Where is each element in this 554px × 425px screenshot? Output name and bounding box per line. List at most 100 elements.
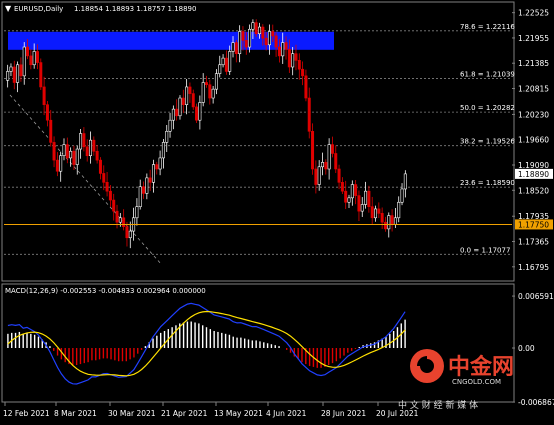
candle-body: [208, 84, 212, 99]
watermark-domain: CNGOLD.COM: [452, 378, 501, 386]
candle-body: [65, 144, 69, 159]
macd-label: MACD(12,26,9) -0.002553 -0.004833 0.0029…: [5, 287, 206, 295]
candle-body: [181, 97, 185, 105]
time-tick-label: 13 May 2021: [214, 409, 263, 418]
candle-body: [155, 164, 159, 170]
candle-body: [12, 66, 16, 83]
candle-body: [344, 190, 348, 203]
candle-body: [241, 31, 245, 41]
current-price-label: 1.18890: [518, 170, 549, 179]
candle-body: [128, 230, 132, 239]
candle-body: [234, 42, 238, 54]
price-tick-label: 1.19090: [518, 161, 549, 170]
candle-body: [145, 177, 149, 194]
candle-body: [32, 51, 36, 66]
candle-body: [218, 64, 222, 74]
candle-body: [248, 28, 252, 48]
chart-container: 78.6 = 1.22116 61.8 = 1.21039 50.0 = 1.202…: [0, 0, 554, 421]
time-tick-label: 4 Jun 2021: [266, 409, 307, 418]
candle-body: [112, 199, 116, 212]
candle-body: [354, 184, 358, 196]
chart-svg: 78.6 = 1.22116 61.8 = 1.21039 50.0 = 1.202…: [0, 0, 554, 421]
candle-body: [195, 106, 199, 121]
candle-body: [151, 164, 155, 183]
price-tick-label: 1.20815: [518, 84, 549, 93]
price-tick-label: 1.21385: [518, 59, 549, 68]
candle-body: [317, 166, 321, 185]
support-price-label: 1.17750: [518, 220, 549, 229]
candle-body: [403, 173, 407, 190]
candle-body: [39, 62, 43, 88]
candle-body: [42, 86, 46, 105]
price-tick-label: 1.19660: [518, 136, 549, 145]
candle-body: [115, 210, 119, 223]
candle-body: [98, 159, 102, 174]
candle-body: [35, 51, 39, 63]
candle-body: [201, 82, 205, 103]
price-tick-label: 1.22525: [518, 9, 549, 18]
candle-body: [95, 150, 99, 161]
candle-body: [307, 97, 311, 132]
chart-header-ohlc: 1.18854 1.18893 1.18757 1.18890: [74, 5, 196, 13]
candle-body: [16, 64, 20, 83]
candle-body: [29, 55, 33, 66]
candle-body: [400, 188, 404, 203]
candle-body: [69, 150, 73, 159]
fib-label: 23.6 = 1.18590: [460, 179, 515, 187]
candle-body: [55, 159, 59, 172]
candle-body: [82, 133, 86, 148]
price-tick-label: 1.16795: [518, 263, 549, 272]
candle-body: [228, 51, 232, 72]
candle-body: [330, 144, 334, 154]
candle-body: [85, 146, 89, 156]
candle-body: [370, 206, 374, 219]
candle-body: [165, 130, 169, 143]
candle-body: [284, 42, 288, 50]
candle-body: [52, 142, 56, 161]
candle-body: [231, 42, 235, 52]
candle-body: [297, 60, 301, 70]
candle-body: [264, 37, 268, 46]
candle-body: [267, 31, 271, 46]
candle-body: [122, 217, 126, 227]
candle-body: [142, 186, 146, 194]
candle-body: [168, 119, 172, 132]
candle-body: [72, 150, 76, 165]
candle-body: [138, 186, 142, 208]
fib-label: 78.6 = 1.22116: [460, 23, 515, 31]
fib-label: 61.8 = 1.21039: [460, 71, 515, 79]
support-price-tag: 1.17750: [515, 219, 553, 230]
candle-body: [89, 139, 93, 156]
candle-body: [224, 57, 228, 72]
candle-body: [75, 148, 79, 165]
current-price-tag: 1.18890: [515, 168, 553, 179]
macd-tick-label: 0.00: [518, 344, 535, 353]
candle-body: [334, 153, 338, 170]
candle-body: [311, 130, 315, 170]
candle-body: [274, 35, 278, 48]
candle-body: [314, 168, 318, 185]
candle-body: [105, 182, 109, 192]
candle-body: [324, 162, 328, 170]
time-tick-label: 12 Feb 2021: [3, 409, 50, 418]
candle-body: [135, 206, 139, 219]
candle-body: [380, 213, 384, 223]
candle-body: [148, 177, 152, 183]
candle-body: [261, 26, 265, 39]
candle-body: [301, 68, 305, 77]
time-tick-label: 30 Mar 2021: [108, 409, 156, 418]
candle-body: [49, 119, 53, 143]
fib-label: 0.0 = 1.17077: [460, 246, 510, 254]
candle-body: [254, 22, 258, 35]
candle-body: [175, 108, 179, 117]
candle-body: [185, 86, 189, 105]
candle-body: [397, 201, 401, 219]
candle-body: [19, 64, 23, 77]
candle-body: [9, 66, 13, 72]
candle-body: [79, 133, 83, 150]
candle-body: [251, 22, 255, 30]
candle-body: [390, 215, 394, 225]
candle-body: [304, 75, 308, 99]
candle-body: [45, 104, 49, 121]
candle-body: [320, 162, 324, 168]
